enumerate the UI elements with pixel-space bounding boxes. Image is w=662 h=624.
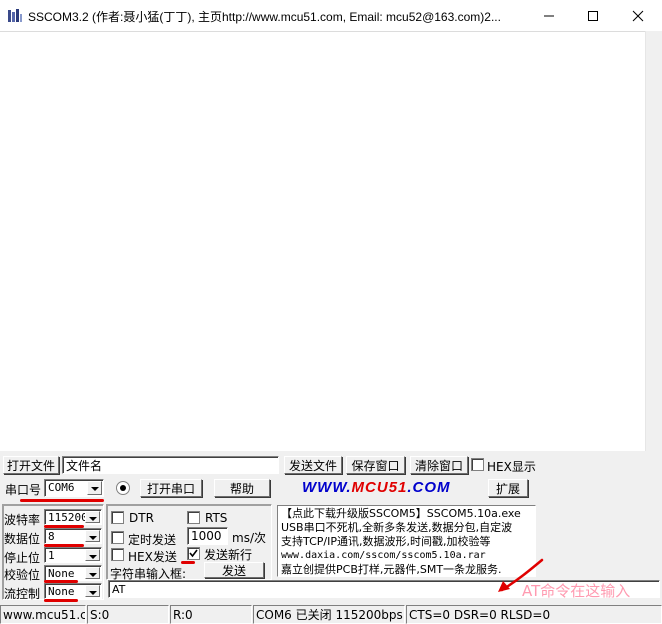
hex-display-label: HEX显示 <box>487 460 536 474</box>
send-file-button[interactable]: 发送文件 <box>284 456 342 474</box>
hex-send-checkbox[interactable] <box>111 548 124 561</box>
baud-value: 115200 <box>48 511 88 524</box>
databits-value: 8 <box>48 530 55 543</box>
send-interval-field[interactable]: 1000 <box>187 527 228 545</box>
stopbits-label: 停止位 <box>4 551 41 565</box>
parity-select[interactable]: None <box>44 565 102 581</box>
clear-window-button[interactable]: 清除窗口 <box>410 456 468 474</box>
port-label: 串口号 <box>5 483 42 497</box>
ad-line: 【点此下载升级版SSCOM5】SSCOM5.10a.exe <box>281 507 521 520</box>
flow-select[interactable]: None <box>44 583 102 599</box>
close-icon <box>632 10 644 21</box>
hex-send-label: HEX发送 <box>128 550 177 564</box>
expand-button[interactable]: 扩展 <box>488 479 528 497</box>
status-signals: CTS=0 DSR=0 RLSD=0 <box>406 605 662 624</box>
parity-label: 校验位 <box>4 568 41 582</box>
window-title: SSCOM3.2 (作者:聂小猛(丁丁), 主页http://www.mcu51… <box>28 10 501 24</box>
chevron-down-icon[interactable] <box>85 511 100 523</box>
maximize-button[interactable] <box>570 0 616 31</box>
baud-select[interactable]: 115200 <box>44 509 102 525</box>
send-newline-label: 发送新行 <box>204 548 253 562</box>
interval-unit-label: ms/次 <box>232 531 266 545</box>
chevron-down-icon[interactable] <box>85 530 100 542</box>
minimize-button[interactable] <box>526 0 572 31</box>
dtr-checkbox[interactable] <box>111 511 124 524</box>
rts-checkbox[interactable] <box>187 511 200 524</box>
highlight-underline-flow <box>44 599 78 602</box>
port-select[interactable]: COM6 <box>44 479 104 497</box>
baud-label: 波特率 <box>4 513 41 527</box>
databits-label: 数据位 <box>4 532 41 546</box>
title-bar: SSCOM3.2 (作者:聂小猛(丁丁), 主页http://www.mcu51… <box>0 0 662 31</box>
hex-display-checkbox[interactable] <box>471 458 484 471</box>
highlight-underline-port <box>20 499 104 502</box>
ad-line: 支持TCP/IP通讯,数据波形,时间戳,加校验等 <box>281 535 491 548</box>
dtr-label: DTR <box>129 511 154 525</box>
port-status-led-icon <box>116 481 130 495</box>
website-link[interactable]: WWW.MCU51.COM <box>302 479 451 496</box>
timed-send-label: 定时发送 <box>128 533 177 547</box>
maximize-icon <box>588 10 598 21</box>
website-prefix: WWW. <box>302 479 352 496</box>
close-button[interactable] <box>615 0 661 31</box>
sscom-app-icon <box>8 9 22 22</box>
ad-line: USB串口不死机,全新多条发送,数据分包,自定波 <box>281 521 513 534</box>
status-website: www.mcu51.cor <box>0 605 86 624</box>
flow-value: None <box>48 585 75 598</box>
parity-value: None <box>48 567 75 580</box>
flow-label: 流控制 <box>4 587 41 601</box>
send-button[interactable]: 发送 <box>204 562 264 578</box>
filename-field[interactable]: 文件名 <box>62 456 279 474</box>
annotation-text: AT命令在这输入 <box>522 582 631 600</box>
stopbits-value: 1 <box>48 549 55 562</box>
website-suffix: .COM <box>407 479 451 496</box>
rts-label: RTS <box>205 511 228 525</box>
timed-send-checkbox[interactable] <box>111 531 124 544</box>
chevron-down-icon[interactable] <box>87 481 102 495</box>
open-file-button[interactable]: 打开文件 <box>3 456 59 474</box>
port-value: COM6 <box>48 481 75 494</box>
receive-area[interactable] <box>0 31 645 451</box>
open-port-button[interactable]: 打开串口 <box>140 479 202 497</box>
checkmark-icon <box>189 549 198 558</box>
status-sent: S:0 <box>87 605 169 624</box>
databits-select[interactable]: 8 <box>44 528 102 544</box>
send-newline-checkbox[interactable] <box>187 547 200 560</box>
status-received: R:0 <box>170 605 252 624</box>
help-button[interactable]: 帮助 <box>214 479 270 497</box>
highlight-underline-newline <box>181 561 195 564</box>
receive-scrollbar[interactable] <box>645 31 662 451</box>
chevron-down-icon[interactable] <box>85 549 100 561</box>
chevron-down-icon[interactable] <box>85 567 100 579</box>
save-window-button[interactable]: 保存窗口 <box>346 456 405 474</box>
website-brand: MCU51 <box>351 479 408 496</box>
status-port-state: COM6 已关闭 115200bps <box>253 605 405 624</box>
stopbits-select[interactable]: 1 <box>44 547 102 563</box>
chevron-down-icon[interactable] <box>85 585 100 597</box>
minimize-icon <box>544 15 554 16</box>
